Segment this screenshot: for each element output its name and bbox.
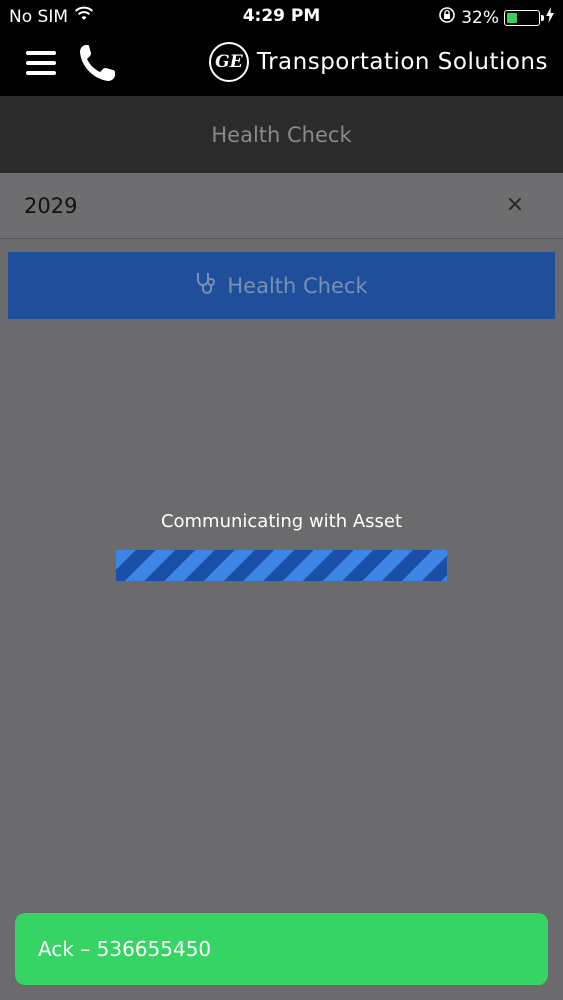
asset-search-row: ×: [0, 173, 563, 239]
orientation-lock-icon: [438, 6, 456, 29]
progress-bar: [116, 550, 447, 581]
ge-logo: GE: [208, 42, 249, 82]
asset-number-input[interactable]: [24, 191, 464, 221]
health-check-button-label: Health Check: [227, 273, 368, 298]
brand: GE Transportation Solutions: [208, 42, 548, 82]
hamburger-menu-icon[interactable]: [24, 46, 60, 80]
battery-fill: [507, 12, 517, 23]
battery-icon: [504, 9, 544, 26]
status-right: 32%: [438, 6, 555, 29]
health-check-button[interactable]: Health Check: [8, 252, 555, 319]
progress-label: Communicating with Asset: [160, 511, 403, 532]
phone-icon[interactable]: [77, 42, 117, 84]
clear-icon[interactable]: ×: [503, 193, 527, 217]
brand-name: Transportation Solutions: [256, 49, 548, 75]
toast-message: Ack – 536655450: [38, 937, 212, 961]
status-bar: No SIM 4:29 PM 32%: [0, 0, 563, 32]
page-title: Health Check: [0, 96, 563, 173]
app-header: GE Transportation Solutions: [0, 32, 563, 96]
screen: No SIM 4:29 PM 32% GE Transportation Sol…: [0, 0, 563, 1000]
ack-toast[interactable]: Ack – 536655450: [15, 913, 548, 985]
progress-fill: [116, 550, 447, 581]
stethoscope-icon: [195, 271, 217, 300]
charging-icon: [545, 7, 555, 28]
battery-percent: 32%: [461, 7, 499, 28]
